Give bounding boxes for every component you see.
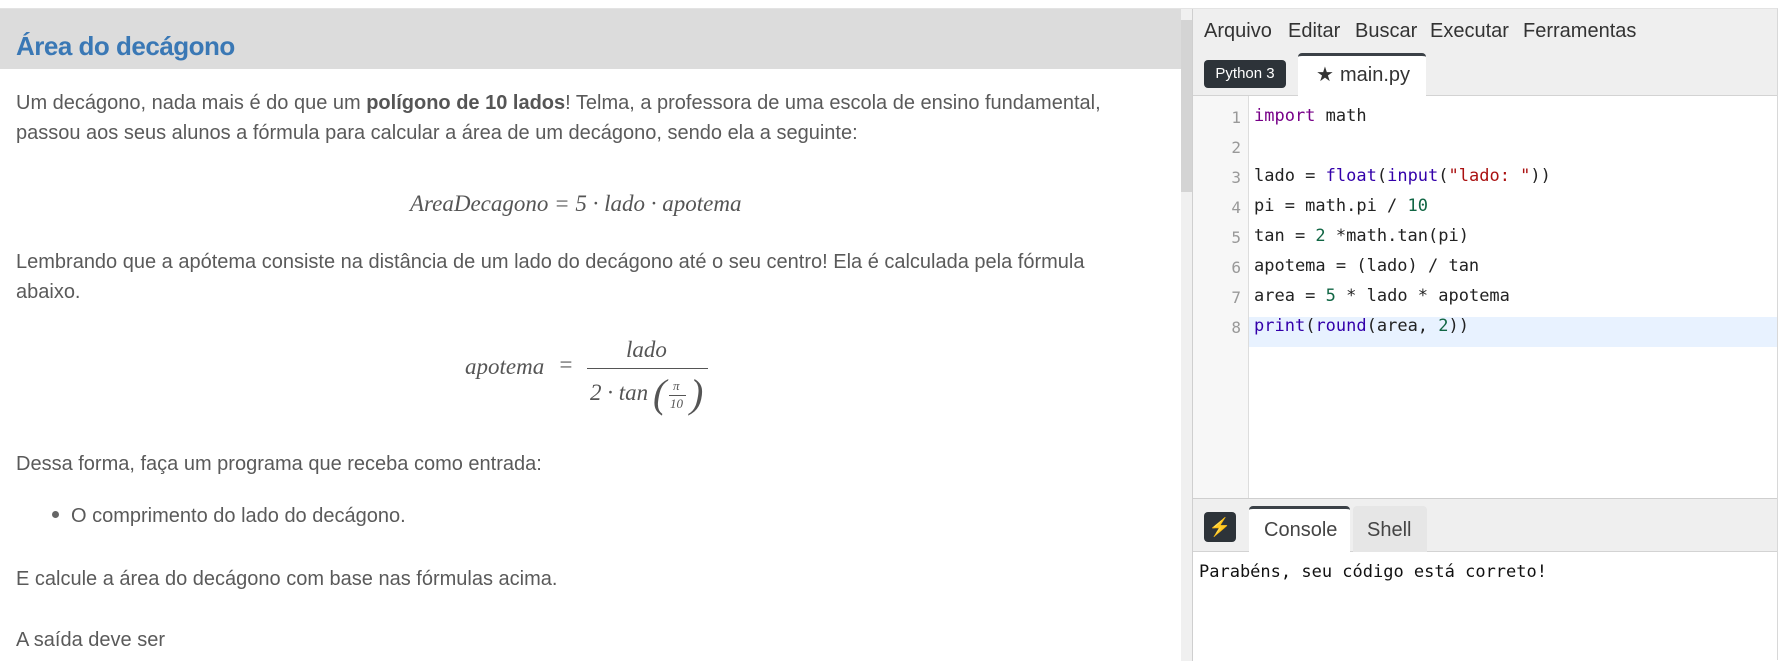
line-number: 8 [1231, 318, 1241, 337]
tab-main-py[interactable]: ★ main.py [1298, 53, 1426, 96]
scrollbar-thumb[interactable] [1181, 20, 1192, 192]
bullet-dot [52, 511, 59, 518]
line-number: 7 [1231, 288, 1241, 307]
code-line[interactable]: tan = 2 *math.tan(pi) [1254, 226, 1469, 246]
star-icon: ★ [1316, 64, 1334, 86]
lightning-icon: ⚡ [1208, 517, 1232, 537]
paragraph-output: A saída deve ser [16, 629, 165, 651]
text-span: Um decágono, nada mais é do que um [16, 92, 367, 114]
paren-left: ( [653, 371, 667, 416]
line-number: 6 [1231, 258, 1241, 277]
code-line[interactable]: print(round(area, 2)) [1254, 316, 1469, 336]
code-line[interactable]: pi = math.pi / 10 [1254, 196, 1428, 216]
menu-ferramentas[interactable]: Ferramentas [1523, 20, 1636, 43]
menu-buscar[interactable]: Buscar [1355, 20, 1417, 43]
problem-title-bar: Área do decágono [0, 9, 1181, 69]
paragraph-intro: Um decágono, nada mais é do que um políg… [16, 87, 1156, 120]
formula-equals: = [558, 352, 574, 377]
run-button[interactable]: ⚡ [1204, 512, 1236, 542]
page-title: Área do decágono [16, 31, 235, 61]
formula-lhs: apotema [465, 354, 545, 379]
code-line[interactable]: apotema = (lado) / tan [1254, 256, 1479, 276]
formula-ten: 10 [670, 396, 683, 411]
formula-denominator: 2 · tan [590, 380, 649, 405]
line-number: 5 [1231, 228, 1241, 247]
code-line[interactable]: import math [1254, 106, 1367, 126]
code-line[interactable]: area = 5 * lado * apotema [1254, 286, 1510, 306]
line-number: 4 [1231, 198, 1241, 217]
paragraph-input: Dessa forma, faça um programa que receba… [16, 453, 542, 475]
text-span: ! Telma, a professora de uma escola de e… [565, 92, 1101, 114]
line-number: 3 [1231, 168, 1241, 187]
formula-pi: π [673, 378, 680, 393]
shell-tab-label: Shell [1367, 519, 1412, 541]
console-tab-label: Console [1264, 519, 1338, 541]
code-line[interactable]: lado = float(input("lado: ")) [1254, 166, 1551, 186]
language-badge[interactable]: Python 3 [1204, 60, 1286, 88]
list-item: O comprimento do lado do decágono. [71, 505, 406, 527]
paragraph-intro-line2: passou aos seus alunos a fórmula para ca… [16, 122, 858, 144]
formula-numerator: lado [626, 337, 667, 362]
menu-executar[interactable]: Executar [1430, 20, 1509, 43]
menu-arquivo[interactable]: Arquivo [1204, 20, 1272, 43]
paragraph-apotema: Lembrando que a apótema consiste na dist… [16, 251, 1085, 273]
tab-console[interactable]: Console [1249, 506, 1350, 552]
file-tab-label: main.py [1340, 64, 1411, 86]
tab-shell[interactable]: Shell [1353, 506, 1427, 552]
menu-editar[interactable]: Editar [1288, 20, 1340, 43]
line-number: 1 [1231, 108, 1241, 127]
paragraph-calc: E calcule a área do decágono com base na… [16, 568, 558, 590]
paragraph-apotema-line2: abaixo. [16, 281, 81, 303]
paren-right: ) [690, 371, 704, 416]
fraction-bar [587, 368, 708, 369]
line-number: 2 [1231, 138, 1241, 157]
formula-area: AreaDecagono = 5 · lado · apotema [410, 191, 742, 216]
console-output: Parabéns, seu código está correto! [1199, 562, 1547, 582]
bold-text: polígono de 10 lados [366, 92, 566, 114]
